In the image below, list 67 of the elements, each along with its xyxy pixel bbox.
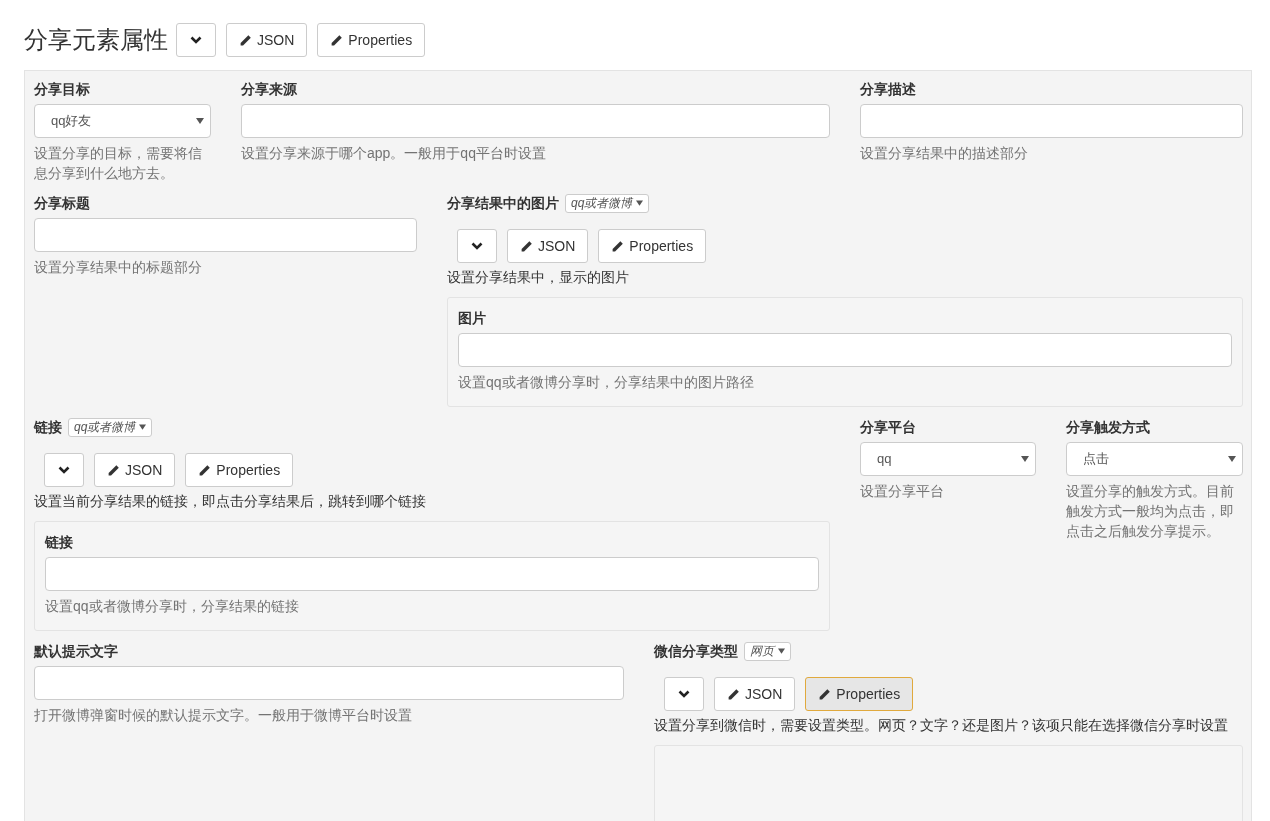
collapse-button[interactable] (664, 677, 704, 711)
field-label: 链接 (45, 533, 74, 552)
pencil-icon (198, 463, 212, 477)
field-label: 分享标题 (34, 194, 91, 213)
text-field[interactable] (860, 104, 1243, 138)
caret-icon (139, 424, 147, 430)
dropdown[interactable]: qq好友 (34, 104, 211, 138)
help-text: 设置分享平台 (860, 482, 945, 501)
caret-icon (1021, 456, 1029, 462)
type-dropdown[interactable]: 网页 (744, 641, 791, 661)
chevron-down-icon (58, 466, 70, 474)
chevron-down-icon (471, 242, 483, 250)
collapse-button[interactable] (457, 229, 497, 263)
edit-button[interactable]: Properties (185, 453, 294, 487)
pencil-icon (239, 33, 252, 47)
pencil-icon (611, 239, 625, 253)
edit-button[interactable]: JSON (507, 229, 589, 263)
field-label: 分享平台 (860, 418, 917, 437)
help-text: 设置分享到微信时，需要设置类型。网页？文字？还是图片？该项只能在选择微信分享时设置 (654, 716, 1229, 735)
edit-button[interactable]: Properties (805, 677, 914, 711)
collapse-button[interactable] (44, 453, 84, 487)
help-text: 设置分享结果中的标题部分 (34, 258, 203, 277)
caret-icon (636, 200, 644, 206)
dropdown[interactable]: 点击 (1066, 442, 1243, 476)
chevron-down-icon (678, 690, 690, 698)
text-field[interactable] (241, 104, 830, 138)
type-dropdown[interactable]: qq或者微博 (68, 417, 153, 437)
field-label: 分享结果中的图片 (447, 194, 559, 213)
dropdown[interactable]: qq (860, 442, 1036, 476)
field-label: 链接 (34, 418, 62, 437)
help-text: 设置分享结果中的描述部分 (860, 144, 1029, 163)
field-label: 分享描述 (860, 80, 917, 99)
text-field[interactable] (34, 666, 624, 700)
pencil-icon (107, 463, 120, 477)
help-text: 设置分享结果中，显示的图片 (447, 268, 630, 287)
field-label: 分享来源 (241, 80, 298, 99)
help-text: 设置qq或者微博分享时，分享结果中的图片路径 (458, 373, 755, 392)
pencil-icon (330, 33, 344, 47)
page-title: 分享元素属性 (24, 25, 168, 55)
caret-icon (196, 118, 204, 124)
text-field[interactable] (45, 557, 819, 591)
help-text: 设置当前分享结果的链接，即点击分享结果后，跳转到哪个链接 (34, 492, 427, 511)
pencil-icon (727, 687, 740, 701)
edit-button[interactable]: Properties (598, 229, 707, 263)
text-field[interactable] (458, 333, 1232, 367)
help-text: 设置分享的触发方式。目前触发方式一般均为点击，即点击之后触发分享提示。 (1066, 482, 1235, 541)
type-dropdown[interactable]: qq或者微博 (565, 193, 650, 213)
collapse-button[interactable] (176, 23, 216, 57)
chevron-down-icon (190, 36, 202, 44)
edit-button[interactable]: JSON (714, 677, 796, 711)
field-label: 分享触发方式 (1066, 418, 1151, 437)
edit-button[interactable]: JSON (226, 23, 308, 57)
field-label: 分享目标 (34, 80, 91, 99)
help-text: 打开微博弹窗时候的默认提示文字。一般用于微博平台时设置 (34, 706, 413, 725)
help-text: 设置分享的目标，需要将信息分享到什么地方去。 (34, 144, 203, 183)
pencil-icon (818, 687, 832, 701)
field-label: 微信分享类型 (654, 642, 738, 661)
edit-button[interactable]: Properties (317, 23, 426, 57)
field-label: 默认提示文字 (34, 642, 119, 661)
field-label: 图片 (458, 309, 487, 328)
caret-icon (778, 648, 785, 654)
help-text: 设置qq或者微博分享时，分享结果的链接 (45, 597, 300, 616)
edit-button[interactable]: JSON (94, 453, 176, 487)
caret-icon (1228, 456, 1236, 462)
pencil-icon (520, 239, 533, 253)
help-text: 设置分享来源于哪个app。一般用于qq平台时设置 (241, 144, 547, 163)
text-field[interactable] (34, 218, 417, 252)
